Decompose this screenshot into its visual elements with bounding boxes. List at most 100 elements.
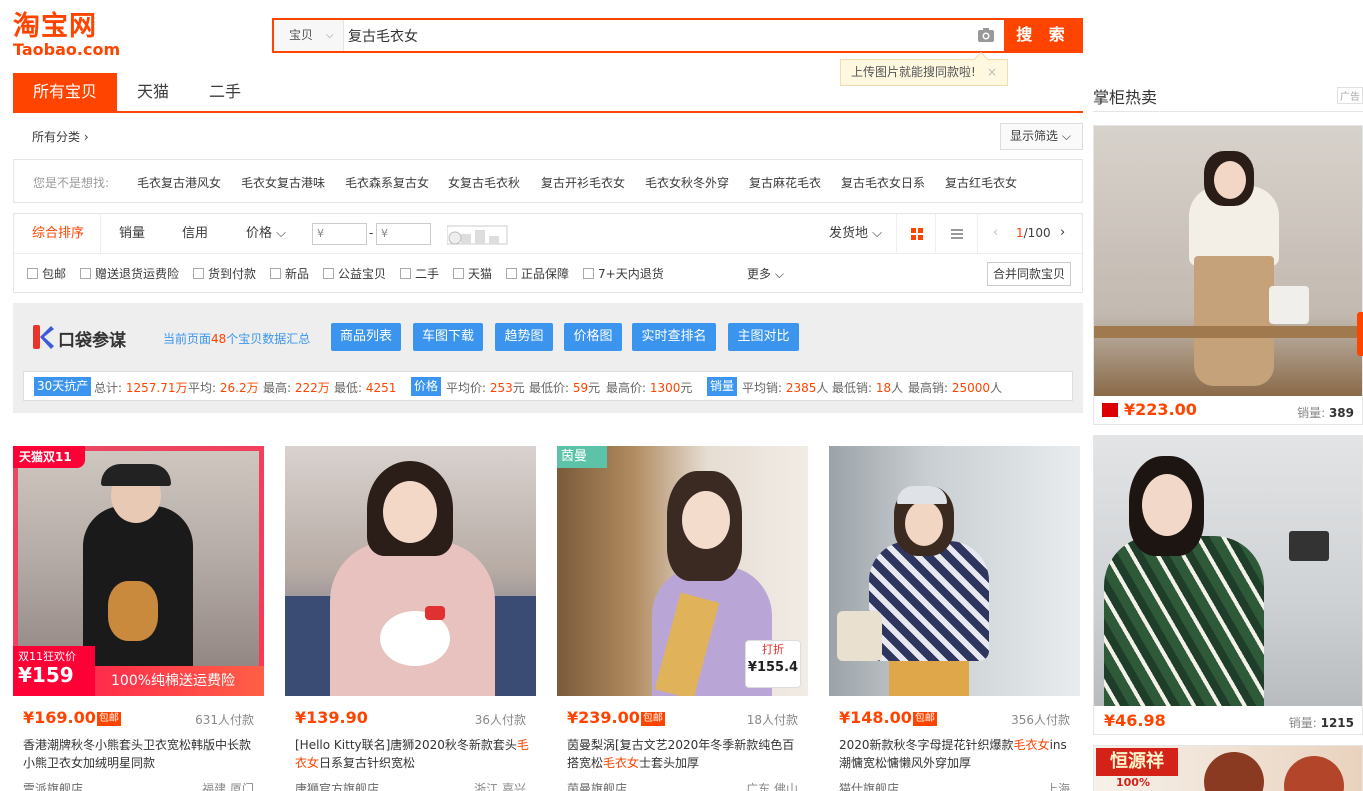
sidebar-product-image[interactable]: 恒源祥 100% [1094,746,1362,791]
filter-label: 天猫 [468,267,493,281]
taobao-logo[interactable]: 淘宝网 Taobao.com [13,12,123,60]
shop-name[interactable]: 茵曼旗舰店 [567,780,627,791]
related-search-item[interactable]: 复古开衫毛衣女 [541,174,625,191]
checkbox[interactable] [193,268,204,279]
product-image[interactable]: 茵曼 打折 ¥155.4 [557,446,808,696]
more-filters[interactable]: 更多 ⌵ [747,265,784,282]
face [905,501,943,546]
price-chart-button[interactable]: 价格图 [564,323,622,351]
tab-tmall[interactable]: 天猫 [123,73,183,111]
shop-name[interactable]: 雲派旗舰店 [23,780,83,791]
checkbox[interactable] [270,268,281,279]
bag [837,611,882,661]
checkbox[interactable] [506,268,517,279]
search-type-select[interactable]: 宝贝 ⌵ [274,20,344,51]
filter-genuine[interactable]: 正品保障 [506,265,569,282]
product-card[interactable]: 茵曼 打折 ¥155.4 ¥239.00 包邮 18人付款 茵曼梨涡[复古文艺20… [557,446,808,791]
related-search-item[interactable]: 复古麻花毛衣 [749,174,821,191]
chevron-left-icon[interactable]: ‹ [993,225,998,240]
promo-price: ¥159 [18,663,74,687]
product-title[interactable]: 香港潮牌秋冬小熊套头卫衣宽松韩版中长款小熊卫衣女加绒明星同款 [23,736,258,772]
sort-credit[interactable]: 信用 [182,214,208,253]
filter-tmall[interactable]: 天猫 [453,265,492,282]
product-image[interactable] [285,446,536,696]
side-scroll-tab[interactable] [1357,312,1363,356]
checkbox[interactable] [583,268,594,279]
logo-cn: 淘宝网 [13,11,97,42]
checkbox[interactable] [400,268,411,279]
filter-free-shipping[interactable]: 包邮 [27,265,66,282]
product-price: ¥139.90 [295,708,368,727]
realtime-rank-button[interactable]: 实时查排名 [632,323,716,351]
free-shipping-badge: 包邮 [640,712,665,726]
sort-default[interactable]: 综合排序 [14,214,101,253]
sidebar-product-image[interactable] [1094,126,1362,396]
related-search-item[interactable]: 复古红毛衣女 [945,174,1017,191]
grid-view-icon[interactable] [896,214,936,253]
product-card[interactable]: ¥139.90 36人付款 [Hello Kitty联名]唐狮2020秋冬新款套… [285,446,536,791]
product-figure [869,541,989,661]
list-view-icon[interactable] [936,214,978,253]
sort-price[interactable]: 价格 ⌵ [246,214,286,253]
sidebar-product-image[interactable] [1094,436,1362,706]
face [1214,161,1246,199]
tooltip-arrow [973,51,989,67]
product-title[interactable]: [Hello Kitty联名]唐狮2020秋冬新款套头毛衣女日系复古针织宽松 [295,736,530,772]
related-search-item[interactable]: 毛衣女秋冬外穿 [645,174,729,191]
register [1289,531,1329,561]
checkbox[interactable] [453,268,464,279]
related-search-item[interactable]: 女复古毛衣秋 [448,174,520,191]
price-min-input[interactable]: ¥ [312,223,367,245]
product-location: 浙江 嘉兴 [474,782,526,791]
product-sold: 356人付款 [1011,713,1070,727]
sidebar-header: 掌柜热卖 广告 [1093,84,1363,112]
sidebar-product[interactable]: ¥46.98 销量: 1215 [1093,435,1363,735]
page-indicator: 1/100 [1016,226,1051,240]
related-search-item[interactable]: 毛衣女复古港味 [241,174,325,191]
merge-same-items-button[interactable]: 合并同款宝贝 [987,262,1071,286]
sidebar-product[interactable]: 恒源祥 100% [1093,745,1363,791]
related-search-item[interactable]: 复古毛衣女日系 [841,174,925,191]
search-input[interactable] [346,20,966,51]
main-image-compare-button[interactable]: 主图对比 [728,323,799,351]
sidebar-product[interactable]: ¥223.00 销量: 389 [1093,125,1363,425]
product-list-button[interactable]: 商品列表 [331,323,401,351]
search-type-label: 宝贝 [289,28,314,42]
related-search-item[interactable]: 毛衣森系复古女 [345,174,429,191]
chevron-right-icon[interactable]: › [1060,225,1065,240]
price-range-chart-icon[interactable] [447,224,509,246]
filter-charity[interactable]: 公益宝贝 [323,265,386,282]
shop-name[interactable]: 唐狮官方旗舰店 [295,780,379,791]
product-image[interactable]: 天猫双11 双11狂欢价 ¥159 100%纯棉送运费险 [13,446,264,696]
car-image-download-button[interactable]: 车图下载 [413,323,483,351]
price-max-input[interactable]: ¥ [376,223,431,245]
search-button[interactable]: 搜 索 [1004,18,1083,53]
sidebar-price: ¥46.98 [1104,711,1166,730]
checkbox[interactable] [27,268,38,279]
filter-7day-return[interactable]: 7+天内退货 [583,265,664,282]
trend-chart-button[interactable]: 趋势图 [495,323,553,351]
ship-from-select[interactable]: 发货地 ⌵ [829,214,882,253]
product-image[interactable] [829,446,1080,696]
product-card[interactable]: ¥148.00 包邮 356人付款 2020新款秋冬字母提花针织爆款毛衣女ins潮… [829,446,1080,791]
sort-sales[interactable]: 销量 [119,214,145,253]
tab-all[interactable]: 所有宝贝 [13,73,117,111]
stat-avg: 平均: 26.2万 [188,381,259,395]
filter-secondhand[interactable]: 二手 [400,265,439,282]
filter-return-insurance[interactable]: 赠送退货运费险 [80,265,179,282]
filter-new[interactable]: 新品 [270,265,309,282]
page-total: /100 [1023,226,1051,240]
related-search-item[interactable]: 毛衣复古港风女 [137,174,221,191]
product-card[interactable]: 天猫双11 双11狂欢价 ¥159 100%纯棉送运费险 ¥169.00 包邮 6… [13,446,264,791]
product-title[interactable]: 2020新款秋冬字母提花针织爆款毛衣女ins潮慵宽松慵懒风外穿加厚 [839,736,1074,772]
show-filter-button[interactable]: 显示筛选 ⌵ [1000,123,1083,150]
tab-secondhand[interactable]: 二手 [193,73,257,111]
product-title[interactable]: 茵曼梨涡[复古文艺2020年冬季新款纯色百搭宽松毛衣女士套头加厚 [567,736,802,772]
all-categories-link[interactable]: 所有分类 › [32,128,89,145]
free-shipping-badge: 包邮 [96,712,121,726]
checkbox[interactable] [80,268,91,279]
camera-icon[interactable] [977,27,995,43]
shop-name[interactable]: 猫仕旗舰店 [839,780,899,791]
filter-cod[interactable]: 货到付款 [193,265,256,282]
checkbox[interactable] [323,268,334,279]
